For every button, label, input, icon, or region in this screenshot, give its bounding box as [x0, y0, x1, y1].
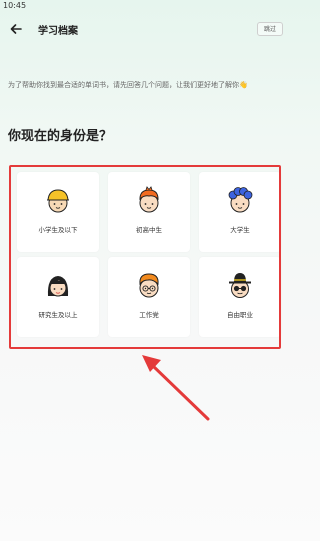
option-middle-high-school[interactable]: 初高中生	[108, 172, 190, 252]
option-graduate[interactable]: 研究生及以上	[17, 257, 99, 337]
option-label: 大学生	[230, 226, 250, 234]
option-label: 初高中生	[136, 226, 162, 234]
option-label: 工作党	[139, 311, 159, 319]
freelancer-hat-sunglasses-avatar	[229, 273, 251, 298]
graduate-black-hair-avatar	[47, 276, 69, 297]
student-blue-hair-avatar	[228, 187, 253, 213]
child-yellow-cap-avatar	[47, 189, 69, 213]
identity-options: 小学生及以下 初高中生 大学生 研究生及以上 工作党 自由职业	[0, 0, 300, 541]
option-freelancer[interactable]: 自由职业	[199, 257, 281, 337]
option-label: 研究生及以上	[38, 311, 78, 319]
option-label: 自由职业	[227, 311, 253, 319]
worker-glasses-avatar	[139, 273, 159, 298]
option-primary-school[interactable]: 小学生及以下	[17, 172, 99, 252]
teen-orange-hair-avatar	[139, 186, 159, 213]
option-worker[interactable]: 工作党	[108, 257, 190, 337]
option-label: 小学生及以下	[38, 226, 78, 234]
option-college[interactable]: 大学生	[199, 172, 281, 252]
